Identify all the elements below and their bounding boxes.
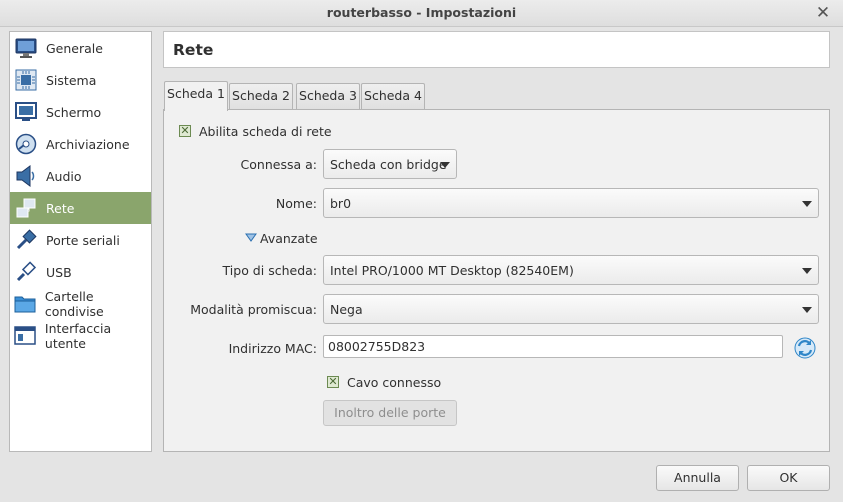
sidebar-item-label: Archiviazione	[46, 136, 130, 152]
disk-icon	[14, 132, 38, 156]
sidebar-item-label: Sistema	[46, 72, 97, 88]
cable-connected-label: Cavo connesso	[347, 375, 442, 390]
close-icon[interactable]: ✕	[813, 3, 833, 23]
advanced-label: Avanzate	[260, 231, 318, 246]
sidebar-item-rete[interactable]: Rete	[10, 192, 151, 224]
promiscuous-value: Nega	[330, 302, 363, 317]
display-icon	[14, 100, 38, 124]
settings-sidebar: Generale Sistema Schermo Archiviazione A…	[9, 31, 152, 452]
sidebar-item-schermo[interactable]: Schermo	[10, 96, 151, 128]
serial-port-icon	[14, 228, 38, 252]
enable-adapter-label: Abilita scheda di rete	[199, 124, 332, 139]
sidebar-item-generale[interactable]: Generale	[10, 32, 151, 64]
check-icon: ✕	[328, 375, 338, 388]
page-header: Rete	[163, 31, 830, 68]
chevron-down-icon	[440, 162, 450, 168]
name-value: br0	[330, 196, 352, 211]
sidebar-item-label: Generale	[46, 40, 103, 56]
tab-scheda-4[interactable]: Scheda 4	[361, 83, 425, 109]
sidebar-item-label: Interfaccia utente	[44, 321, 112, 351]
promiscuous-label: Modalità promiscua:	[190, 302, 317, 317]
sidebar-item-label: Rete	[46, 200, 75, 216]
name-select[interactable]: br0	[323, 188, 819, 218]
chip-icon	[14, 68, 38, 92]
title-bar: routerbasso - Impostazioni ✕	[0, 0, 843, 27]
sidebar-item-sistema[interactable]: Sistema	[10, 64, 151, 96]
sidebar-item-archiviazione[interactable]: Archiviazione	[10, 128, 151, 160]
chevron-down-icon	[802, 307, 812, 313]
cable-connected-checkbox[interactable]: ✕	[327, 376, 339, 388]
attached-to-value: Scheda con bridge	[330, 157, 447, 172]
page-title: Rete	[173, 41, 214, 59]
ok-button[interactable]: OK	[747, 465, 830, 491]
name-label: Nome:	[275, 196, 317, 211]
sidebar-item-label: Porte seriali	[46, 232, 120, 248]
attached-to-label: Connessa a:	[240, 157, 317, 172]
adapter-type-value: Intel PRO/1000 MT Desktop (82540EM)	[330, 263, 574, 278]
chevron-down-icon	[802, 268, 812, 274]
attached-to-select[interactable]: Scheda con bridge	[323, 149, 457, 179]
usb-icon	[14, 260, 38, 284]
tab-panel: ✕ Abilita scheda di rete Connessa a: Sch…	[163, 109, 830, 452]
chevron-down-icon	[802, 201, 812, 207]
promiscuous-select[interactable]: Nega	[323, 294, 819, 324]
sidebar-item-usb[interactable]: USB	[10, 256, 151, 288]
sidebar-item-label: Audio	[46, 168, 82, 184]
cancel-button[interactable]: Annulla	[656, 465, 739, 491]
triangle-down-icon	[245, 233, 257, 242]
adapter-type-select[interactable]: Intel PRO/1000 MT Desktop (82540EM)	[323, 255, 819, 285]
mac-address-field[interactable]	[323, 335, 783, 358]
network-icon	[14, 196, 38, 220]
mac-address-label: Indirizzo MAC:	[228, 341, 317, 356]
speaker-icon	[14, 164, 38, 188]
sidebar-item-cartelle-condivise[interactable]: Cartelle condivise	[10, 288, 151, 320]
window-icon	[14, 324, 37, 348]
enable-adapter-checkbox[interactable]: ✕	[179, 125, 191, 137]
sidebar-item-label: Cartelle condivise	[44, 289, 104, 319]
tab-scheda-3[interactable]: Scheda 3	[296, 83, 360, 109]
port-forwarding-button[interactable]: Inoltro delle porte	[323, 400, 457, 426]
refresh-mac-icon[interactable]	[793, 336, 817, 360]
adapter-type-label: Tipo di scheda:	[222, 263, 317, 278]
sidebar-item-interfaccia-utente[interactable]: Interfaccia utente	[10, 320, 151, 352]
sidebar-item-audio[interactable]: Audio	[10, 160, 151, 192]
window-title: routerbasso - Impostazioni	[326, 5, 517, 20]
sidebar-item-label: Schermo	[46, 104, 102, 120]
sidebar-item-porte-seriali[interactable]: Porte seriali	[10, 224, 151, 256]
folder-icon	[14, 292, 37, 316]
monitor-icon	[14, 36, 38, 60]
tab-scheda-2[interactable]: Scheda 2	[229, 83, 293, 109]
check-icon: ✕	[180, 124, 190, 137]
tab-scheda-1[interactable]: Scheda 1	[164, 81, 228, 111]
sidebar-item-label: USB	[46, 264, 72, 280]
